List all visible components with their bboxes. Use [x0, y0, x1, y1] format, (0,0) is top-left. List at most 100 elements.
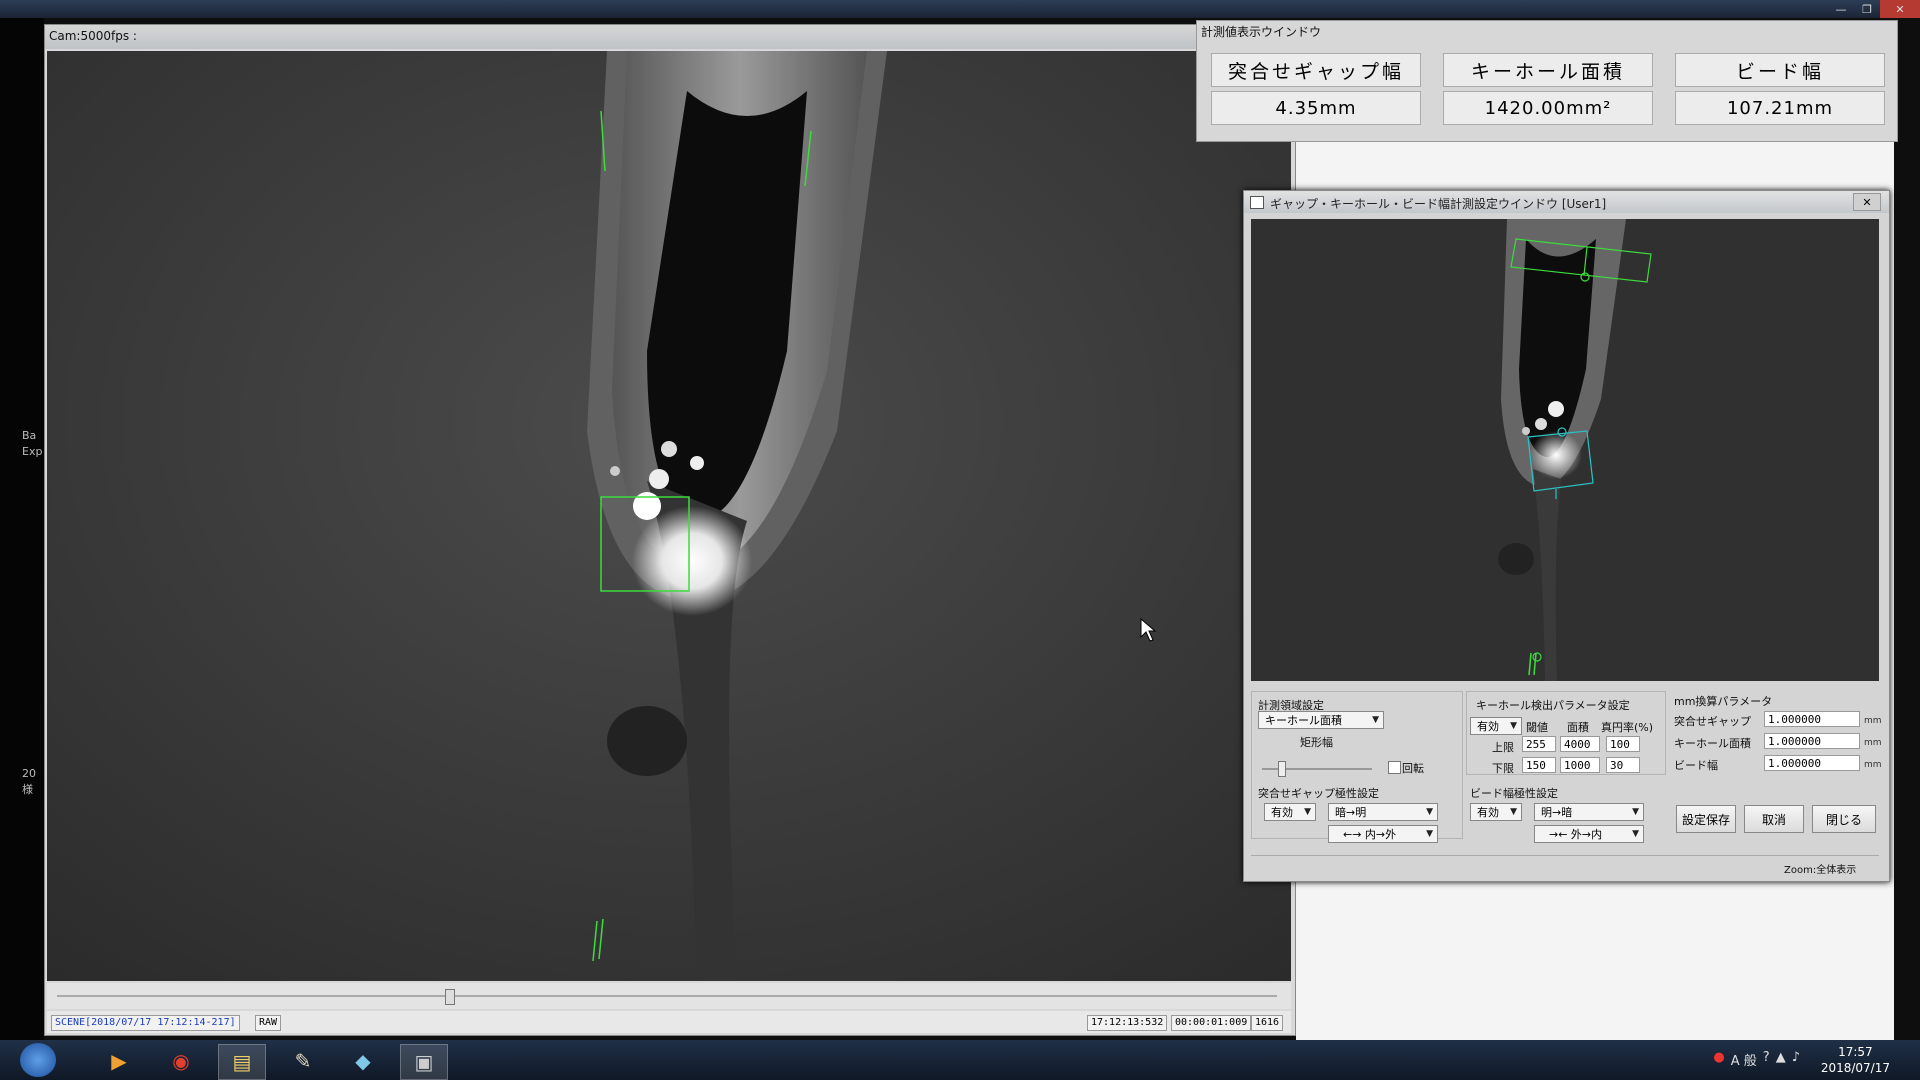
measure-gap-value: 4.35mm [1211, 91, 1421, 125]
conv-bead-label: ビード幅 [1674, 759, 1718, 772]
gap-direction-select[interactable]: ←→ 内→外 ▼ [1328, 825, 1438, 843]
conv-keyhole-input[interactable]: 1.000000 [1764, 733, 1860, 749]
settings-close-icon[interactable]: ✕ [1853, 193, 1881, 211]
clock-date: 2018/07/17 [1820, 1061, 1890, 1075]
gap-enable-value: 有効 [1271, 806, 1293, 819]
network-icon[interactable]: ▲ [1776, 1050, 1786, 1069]
keyhole-enable-select[interactable]: 有効 ▼ [1470, 717, 1522, 735]
measure-keyhole-label: キーホール面積 [1443, 53, 1653, 87]
settings-window-title: ギャップ・キーホール・ビード幅計測設定ウインドウ [User1] [1270, 197, 1607, 211]
system-tray: ● A 般 ? ▲ ♪ [1713, 1050, 1800, 1069]
bead-enable-value: 有効 [1477, 806, 1499, 819]
conv-gap-input[interactable]: 1.000000 [1764, 711, 1860, 727]
settings-window-titlebar[interactable]: ギャップ・キーホール・ビード幅計測設定ウインドウ [User1] ✕ [1244, 191, 1889, 213]
desktop-top-strip [0, 0, 1920, 18]
bead-polarity-select[interactable]: 明→暗 ▼ [1534, 803, 1644, 821]
rect-width-label: 矩形幅 [1300, 736, 1333, 749]
frame-slider-thumb[interactable] [445, 989, 455, 1005]
ime-indicator[interactable]: A 般 [1731, 1050, 1757, 1069]
gap-enable-select[interactable]: 有効 ▼ [1264, 803, 1316, 821]
chevron-down-icon: ▼ [1426, 807, 1433, 817]
settings-preview-image[interactable] [1251, 219, 1879, 681]
upper-ellipse-input[interactable]: 100 [1606, 736, 1640, 752]
measure-bead: ビード幅 107.21mm [1675, 53, 1885, 125]
measurement-display-window: 計測値表示ウインドウ 突合せギャップ幅 4.35mm キーホール面積 1420.… [1196, 20, 1898, 142]
clock-time: 17:57 [1838, 1045, 1873, 1059]
ellipse-col-label: 真円率(%) [1601, 721, 1654, 734]
cancel-button[interactable]: 取消 [1744, 805, 1804, 833]
region-select[interactable]: キーホール面積 ▼ [1258, 711, 1384, 729]
chrome-icon[interactable]: ◉ [158, 1044, 204, 1078]
chevron-down-icon: ▼ [1510, 721, 1517, 731]
camera-window: Cam:5000fps : SCENE[2018/07/17 17:12:14-… [44, 24, 1296, 1036]
save-settings-button[interactable]: 設定保存 [1676, 805, 1736, 833]
conv-keyhole-label: キーホール面積 [1674, 737, 1751, 750]
camera-app-icon[interactable]: ▣ [400, 1044, 448, 1080]
maximize-icon[interactable]: ❐ [1854, 0, 1880, 18]
camera-window-titlebar[interactable]: Cam:5000fps : [45, 25, 1295, 49]
lower-area-input[interactable]: 1000 [1560, 757, 1600, 773]
minimize-icon[interactable]: — [1828, 0, 1854, 18]
frame-slider[interactable] [47, 983, 1291, 1009]
notepad-icon[interactable]: ◆ [340, 1044, 386, 1078]
area-col-label: 面積 [1567, 721, 1589, 734]
measurement-settings-window: ギャップ・キーホール・ビード幅計測設定ウインドウ [User1] ✕ 計測領域設… [1243, 190, 1890, 882]
gap-polarity-title: 突合せギャップ極性設定 [1258, 787, 1379, 800]
measure-keyhole-value: 1420.00mm² [1443, 91, 1653, 125]
chevron-down-icon: ▼ [1632, 807, 1639, 817]
measurement-window-title: 計測値表示ウインドウ [1201, 25, 1322, 39]
edge-text-3: 20 [22, 767, 36, 780]
keyhole-param-title: キーホール検出パラメータ設定 [1476, 699, 1630, 712]
camera-window-title: Cam:5000fps : [49, 29, 137, 43]
close-button[interactable]: 閉じる [1812, 805, 1876, 833]
camera-image-view[interactable] [47, 51, 1291, 981]
measure-gap-label: 突合せギャップ幅 [1211, 53, 1421, 87]
lower-limit-label: 下限 [1492, 762, 1514, 775]
format-label: RAW [255, 1015, 282, 1031]
background-window-edge: Ba Exp 20 様 [0, 18, 44, 1040]
bead-direction-value: →← 外→内 [1549, 828, 1603, 841]
measure-bead-label: ビード幅 [1675, 53, 1885, 87]
chevron-down-icon: ▼ [1304, 807, 1311, 817]
measure-gap: 突合せギャップ幅 4.35mm [1211, 53, 1421, 125]
divider [1251, 855, 1879, 856]
volume-icon[interactable]: ♪ [1792, 1050, 1800, 1069]
clock[interactable]: 17:57 2018/07/17 [1821, 1044, 1890, 1076]
lower-threshold-input[interactable]: 150 [1522, 757, 1556, 773]
bead-enable-select[interactable]: 有効 ▼ [1470, 803, 1522, 821]
media-player-icon[interactable]: ▶ [96, 1044, 142, 1078]
region-select-value: キーホール面積 [1265, 714, 1342, 727]
conv-gap-label: 突合せギャップ [1674, 715, 1751, 728]
weld-camera-image [47, 51, 1291, 981]
rotate-checkbox[interactable] [1388, 761, 1401, 774]
file-explorer-icon[interactable]: ▤ [218, 1044, 266, 1080]
taskbar: ▶ ◉ ▤ ✎ ◆ ▣ ● A 般 ? ▲ ♪ 17:57 2018/07/17 [0, 1040, 1920, 1080]
window-icon [1250, 196, 1264, 209]
measure-keyhole: キーホール面積 1420.00mm² [1443, 53, 1653, 125]
rect-width-slider[interactable] [1278, 761, 1286, 777]
alert-icon[interactable]: ● [1713, 1050, 1724, 1069]
elapsed-label: 00:00:01:009 [1171, 1015, 1252, 1031]
conversion-title: mm換算パラメータ [1674, 695, 1773, 708]
lower-ellipse-input[interactable]: 30 [1606, 757, 1640, 773]
upper-area-input[interactable]: 4000 [1560, 736, 1600, 752]
keyhole-enable-value: 有効 [1477, 720, 1499, 733]
time-label: 17:12:13:532 [1087, 1015, 1168, 1031]
gap-polarity-select[interactable]: 暗→明 ▼ [1328, 803, 1438, 821]
close-icon[interactable]: ✕ [1880, 0, 1920, 18]
measure-bead-value: 107.21mm [1675, 91, 1885, 125]
edge-text-1: Ba [22, 429, 37, 442]
bead-direction-select[interactable]: →← 外→内 ▼ [1534, 825, 1644, 843]
paint-icon[interactable]: ✎ [280, 1044, 326, 1078]
chevron-down-icon: ▼ [1632, 829, 1639, 839]
scene-label: SCENE[2018/07/17 17:12:14-217] [51, 1015, 240, 1031]
edge-text-4: 様 [22, 783, 33, 796]
start-orb-icon[interactable] [20, 1043, 56, 1077]
gap-polarity-value: 暗→明 [1335, 806, 1367, 819]
frame-slider-track [57, 995, 1277, 997]
conv-bead-unit: mm [1864, 760, 1882, 770]
upper-threshold-input[interactable]: 255 [1522, 736, 1556, 752]
gap-direction-value: ←→ 内→外 [1343, 828, 1397, 841]
conv-bead-input[interactable]: 1.000000 [1764, 755, 1860, 771]
help-icon[interactable]: ? [1763, 1050, 1770, 1069]
